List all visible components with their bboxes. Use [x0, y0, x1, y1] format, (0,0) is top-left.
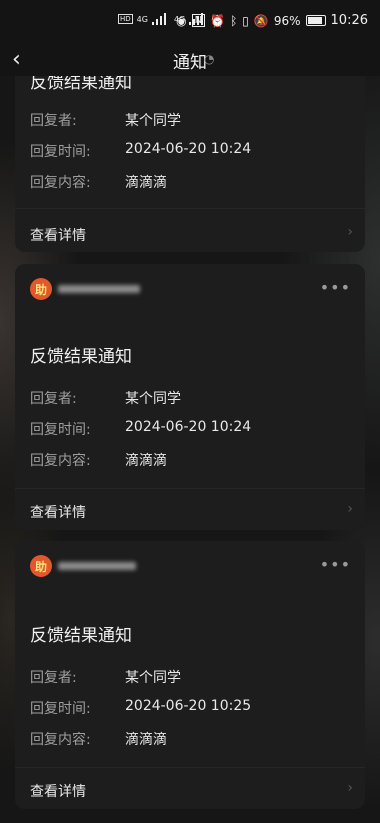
chevron-right-icon: ›	[347, 780, 353, 796]
card-header: 助	[30, 278, 140, 300]
replier-label: 回复者:	[30, 670, 77, 686]
notification-card[interactable]: 反馈结果通知 回复者: 某个同学 回复时间: 2024-06-20 10:24 …	[15, 46, 365, 252]
replier-row: 回复者: 某个同学	[30, 110, 181, 130]
reply-time-row: 回复时间: 2024-06-20 10:25	[30, 698, 251, 718]
reply-time-label: 回复时间:	[30, 422, 91, 438]
more-options-icon[interactable]: •••	[320, 555, 351, 574]
reply-content-row: 回复内容: 滴滴滴	[30, 172, 167, 192]
battery-icon	[305, 15, 326, 26]
page-title: 通知	[173, 53, 207, 73]
reply-time-value: 2024-06-20 10:25	[125, 698, 252, 714]
reply-content-value: 滴滴滴	[125, 453, 167, 469]
replier-value: 某个同学	[125, 670, 181, 686]
more-options-icon[interactable]: •••	[320, 278, 351, 297]
chevron-right-icon: ›	[347, 501, 353, 517]
sender-name-blurred	[58, 562, 136, 570]
reply-content-value: 滴滴滴	[125, 732, 167, 748]
reply-content-value: 滴滴滴	[125, 175, 167, 191]
reply-time-label: 回复时间:	[30, 701, 91, 717]
divider	[15, 767, 365, 768]
card-header: 助	[30, 555, 136, 577]
reply-content-row: 回复内容: 滴滴滴	[30, 729, 167, 749]
assistant-avatar: 助	[30, 278, 52, 300]
hd-icon: HD	[118, 14, 133, 24]
reply-content-row: 回复内容: 滴滴滴	[30, 450, 167, 470]
status-right: ◉ N ⏰ ᛒ ▯ 🔕 96% 10:26	[176, 13, 368, 28]
reply-content-label: 回复内容:	[30, 175, 91, 191]
replier-row: 回复者: 某个同学	[30, 667, 181, 687]
reply-content-label: 回复内容:	[30, 732, 91, 748]
reply-time-value: 2024-06-20 10:24	[125, 419, 252, 435]
sender-name-blurred	[58, 285, 140, 293]
card-title: 反馈结果通知	[30, 626, 132, 646]
network-type-1: 4G	[136, 14, 148, 24]
reply-time-row: 回复时间: 2024-06-20 10:24	[30, 419, 251, 439]
reply-time-row: 回复时间: 2024-06-20 10:24	[30, 141, 251, 161]
bluetooth-icon: ᛒ	[230, 13, 238, 28]
vibrate-icon: ▯	[242, 13, 249, 28]
notification-card[interactable]: 助 ••• 反馈结果通知 回复者: 某个同学 回复时间: 2024-06-20 …	[15, 264, 365, 530]
alarm-icon: ⏰	[210, 13, 226, 28]
reply-content-label: 回复内容:	[30, 453, 91, 469]
battery-percent: 96%	[273, 13, 301, 28]
replier-value: 某个同学	[125, 391, 181, 407]
view-details-link[interactable]: 查看详情	[30, 781, 86, 801]
replier-label: 回复者:	[30, 391, 77, 407]
replier-value: 某个同学	[125, 113, 181, 129]
assistant-avatar: 助	[30, 555, 52, 577]
status-bar: HD 4G 4G ◠ ◉ N ⏰ ᛒ ▯ 🔕 96% 10:26	[0, 0, 380, 42]
nfc-icon: N	[191, 14, 206, 27]
reply-time-value: 2024-06-20 10:24	[125, 141, 252, 157]
clock-time: 10:26	[330, 13, 368, 28]
card-title: 反馈结果通知	[30, 347, 132, 367]
eye-icon: ◉	[176, 13, 187, 28]
view-details-link[interactable]: 查看详情	[30, 225, 86, 245]
divider	[15, 208, 365, 209]
signal-icon	[151, 13, 170, 25]
ear-icon[interactable]: ◔	[204, 52, 214, 66]
divider	[15, 488, 365, 489]
replier-row: 回复者: 某个同学	[30, 388, 181, 408]
mute-icon: 🔕	[253, 13, 269, 28]
replier-label: 回复者:	[30, 113, 77, 129]
view-details-link[interactable]: 查看详情	[30, 502, 86, 522]
chevron-right-icon: ›	[347, 224, 353, 240]
navigation-bar: ‹ 通知 ◔	[0, 42, 380, 76]
reply-time-label: 回复时间:	[30, 144, 91, 160]
notification-card[interactable]: 助 ••• 反馈结果通知 回复者: 某个同学 回复时间: 2024-06-20 …	[15, 541, 365, 809]
